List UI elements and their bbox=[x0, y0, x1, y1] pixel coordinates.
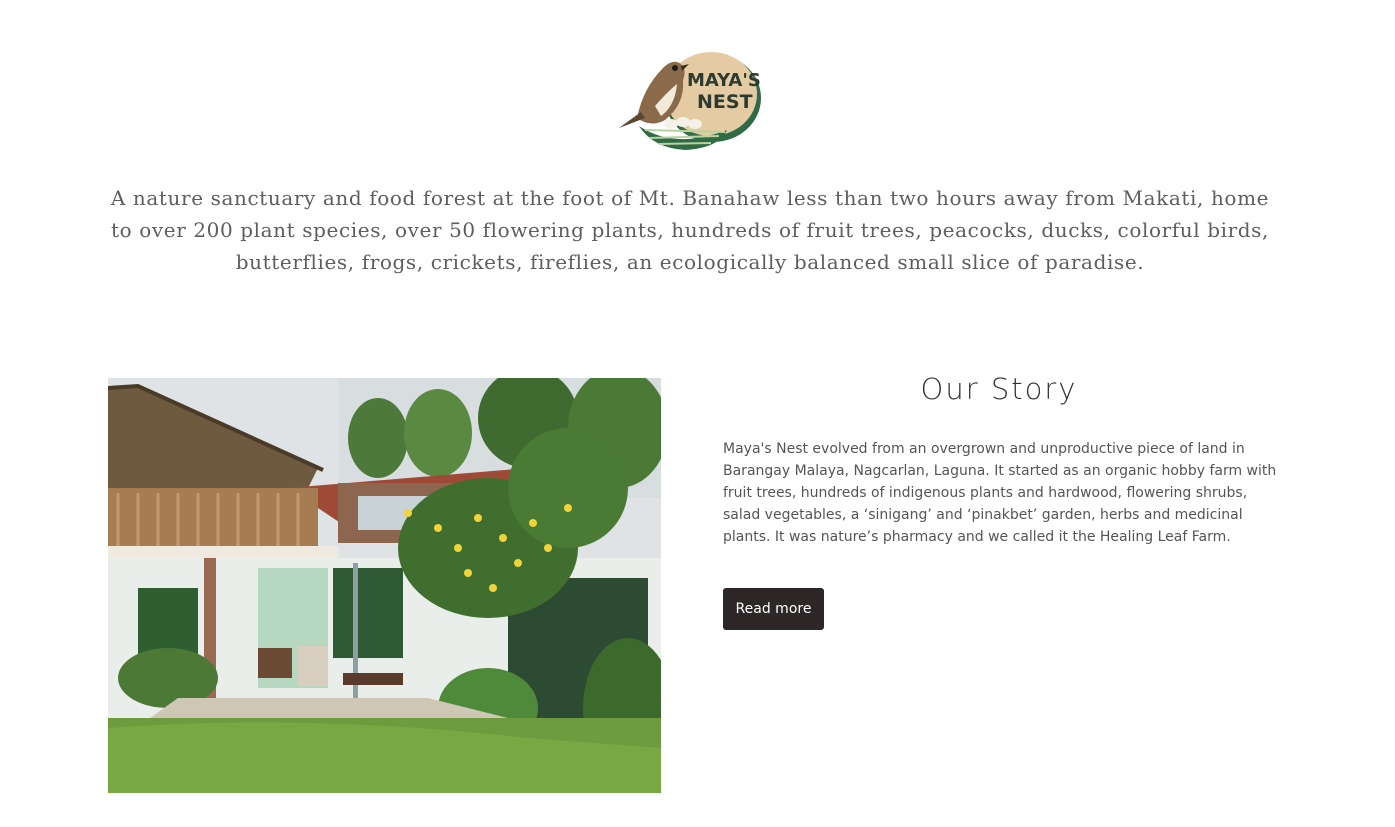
sparrow-on-nest-logo: MAYA'S NEST bbox=[619, 52, 761, 150]
house-with-garden-photo bbox=[108, 378, 661, 793]
story-heading: Our Story bbox=[920, 372, 1078, 406]
logo-line2: NEST bbox=[697, 91, 753, 113]
story-body: Maya's Nest evolved from an overgrown an… bbox=[723, 441, 1277, 545]
read-more-button[interactable]: Read more bbox=[723, 588, 824, 630]
site-tagline: A nature sanctuary and food forest at th… bbox=[110, 186, 1270, 274]
site-logo[interactable]: MAYA'S NEST bbox=[615, 48, 765, 152]
logo-line1: MAYA'S bbox=[687, 70, 761, 91]
